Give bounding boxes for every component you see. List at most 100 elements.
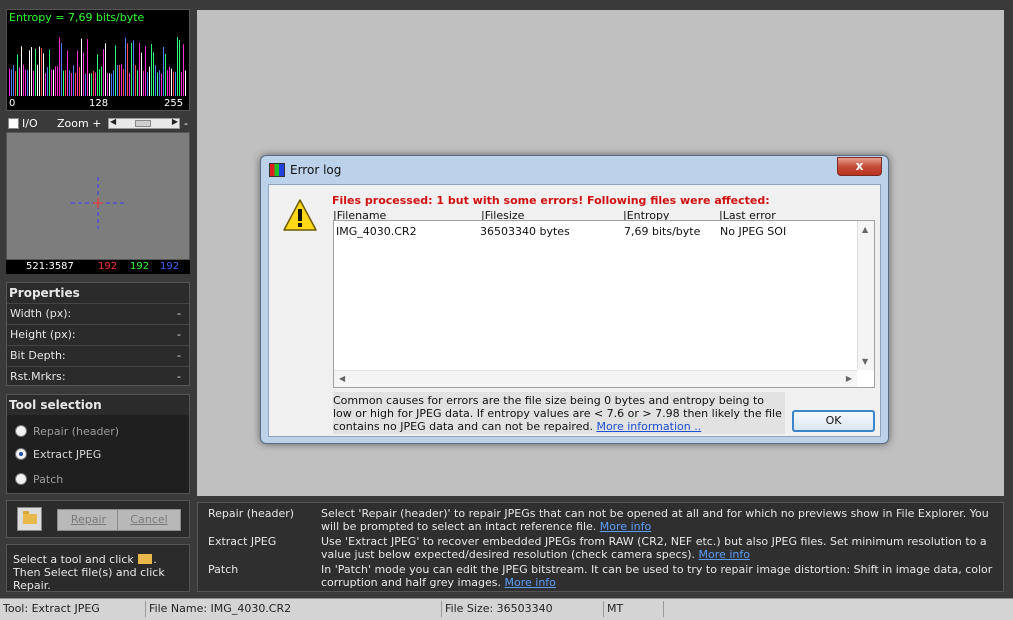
repair-button[interactable]: Repair (57, 509, 120, 531)
entropy-bar (87, 39, 88, 96)
action-panel: Repair Cancel (6, 500, 190, 538)
entropy-bar (111, 73, 112, 96)
entropy-bar (101, 66, 102, 96)
entropy-bar (61, 43, 62, 96)
property-label: Height (px): (10, 328, 76, 341)
entropy-bar (77, 50, 78, 96)
more-info-link[interactable]: More info (699, 548, 750, 561)
pixel-preview[interactable] (6, 132, 190, 260)
entropy-bar (17, 54, 18, 96)
close-icon: x (855, 159, 864, 173)
horizontal-scrollbar[interactable]: ◀ ▶ (334, 370, 857, 387)
close-button[interactable]: x (837, 157, 882, 176)
scroll-up-icon[interactable]: ▲ (862, 225, 868, 234)
entropy-bar (95, 72, 96, 96)
tool-options: Repair (header) Extract JPEG Patch (7, 415, 189, 493)
entropy-bar (31, 47, 32, 96)
folder-icon (138, 554, 153, 564)
entropy-bar (149, 66, 150, 96)
entropy-bar (21, 46, 22, 96)
radio-patch[interactable] (15, 473, 27, 485)
help-text-body: In 'Patch' mode you can edit the JPEG bi… (321, 563, 993, 589)
entropy-bar (39, 46, 40, 96)
entropy-bar (137, 70, 138, 96)
cancel-button[interactable]: Cancel (117, 509, 181, 531)
entropy-bar (97, 54, 98, 96)
property-label: Bit Depth: (10, 349, 66, 362)
property-value: - (177, 370, 181, 383)
help-text-body: Select 'Repair (header)' to repair JPEGs… (321, 507, 989, 533)
entropy-bar (179, 39, 180, 96)
entropy-bar (49, 49, 50, 96)
hint-text-start: Select a tool and click (13, 553, 134, 566)
scroll-left-icon[interactable]: ◀ (339, 374, 345, 383)
property-value: - (177, 307, 181, 320)
entropy-bar (63, 70, 64, 96)
help-text-patch: In 'Patch' mode you can edit the JPEG bi… (321, 563, 999, 589)
scroll-right-icon[interactable]: ▶ (846, 374, 852, 383)
radio-repair-header[interactable] (15, 425, 27, 437)
entropy-bar (91, 73, 92, 96)
warning-icon (283, 199, 317, 231)
entropy-bar (127, 43, 128, 96)
property-row: Height (px): - (7, 324, 189, 344)
entropy-bar (9, 68, 10, 96)
entropy-bar (147, 72, 148, 96)
entropy-bar (23, 64, 24, 96)
property-value: - (177, 328, 181, 341)
pixel-info-bar: 521:3587 192 192 192 (6, 260, 190, 274)
entropy-bar (65, 70, 66, 96)
entropy-bar (185, 70, 186, 96)
io-checkbox[interactable] (8, 118, 19, 129)
cell-filename: IMG_4030.CR2 (336, 225, 417, 238)
tool-option-label[interactable]: Repair (header) (33, 425, 119, 438)
zoom-right-arrow-icon[interactable]: ▶ (172, 117, 178, 126)
help-title-repair-header: Repair (header) (208, 507, 295, 520)
entropy-tick-255: 255 (164, 98, 184, 109)
tool-option-label[interactable]: Patch (33, 473, 63, 486)
radio-extract-jpeg[interactable] (15, 448, 27, 460)
ok-button[interactable]: OK (792, 410, 875, 432)
properties-panel: Properties Width (px): - Height (px): - … (6, 282, 190, 386)
entropy-bar (109, 73, 110, 96)
hint-panel: Select a tool and click . Then Select fi… (6, 544, 190, 592)
entropy-bar (45, 73, 46, 96)
crosshair-icon (71, 177, 125, 229)
scroll-down-icon[interactable]: ▼ (862, 357, 868, 366)
dialog-titlebar[interactable]: Error log x (261, 156, 888, 184)
zoom-left-arrow-icon[interactable]: ◀ (110, 117, 116, 126)
more-info-link[interactable]: More info (600, 520, 651, 533)
vertical-scrollbar[interactable]: ▲ ▼ (857, 221, 874, 370)
help-text-repair-header: Select 'Repair (header)' to repair JPEGs… (321, 507, 999, 533)
property-label: Rst.Mrkrs: (10, 370, 66, 383)
entropy-bar (119, 64, 120, 96)
entropy-bar (131, 42, 132, 96)
more-information-link[interactable]: More information .. (596, 420, 701, 433)
entropy-bar (27, 69, 28, 96)
entropy-bar (55, 66, 56, 96)
entropy-bar (157, 72, 158, 96)
pixel-green-value: 192 (130, 261, 150, 272)
entropy-bar (57, 66, 58, 96)
pixel-red-value: 192 (98, 261, 118, 272)
tool-option-label[interactable]: Extract JPEG (33, 448, 101, 461)
error-summary: Files processed: 1 but with some errors!… (332, 194, 770, 207)
entropy-bar (29, 50, 30, 96)
entropy-bar (13, 65, 14, 96)
entropy-bar (121, 64, 122, 96)
entropy-bar (79, 66, 80, 96)
entropy-bar (47, 67, 48, 96)
entropy-bar (69, 70, 70, 96)
entropy-bar (71, 73, 72, 96)
entropy-title: Entropy = 7,69 bits/byte (9, 11, 145, 24)
zoom-slider[interactable]: ◀ ▶ (108, 117, 180, 129)
entropy-bar (133, 40, 134, 96)
open-folder-button[interactable] (17, 507, 42, 531)
entropy-bar (25, 69, 26, 96)
cell-entropy: 7,69 bits/byte (624, 225, 701, 238)
error-file-list[interactable]: IMG_4030.CR2 36503340 bytes 7,69 bits/by… (333, 220, 875, 388)
more-info-link[interactable]: More info (505, 576, 556, 589)
zoom-slider-thumb[interactable] (135, 120, 151, 127)
entropy-bar (123, 69, 124, 96)
entropy-bar (161, 73, 162, 96)
